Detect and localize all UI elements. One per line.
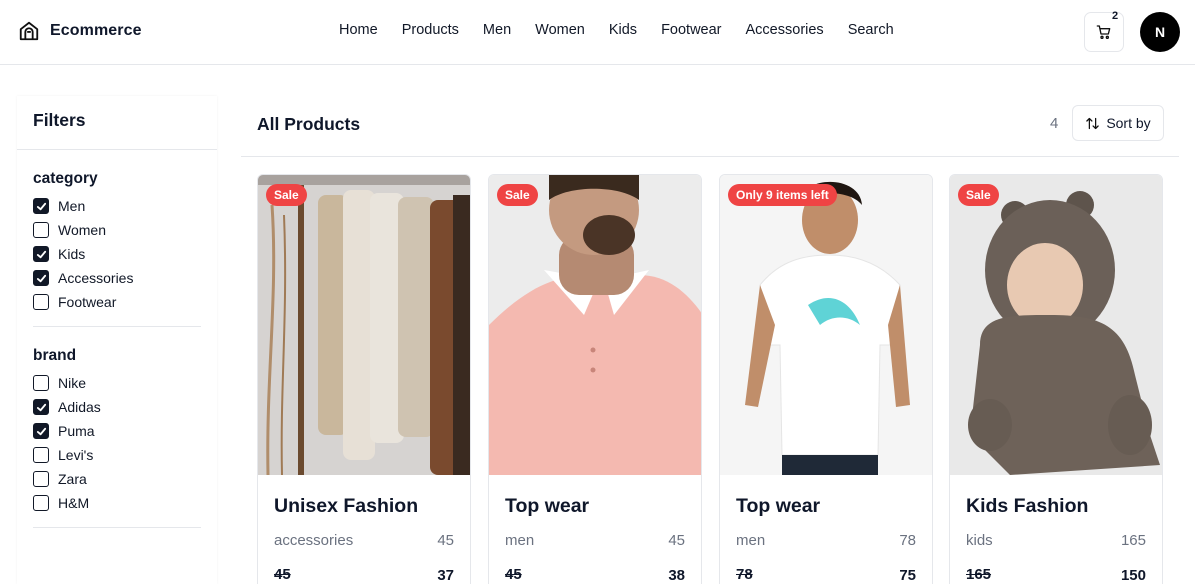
cart-count-badge: 2: [1112, 10, 1119, 22]
user-avatar[interactable]: N: [1140, 12, 1180, 52]
checkbox[interactable]: [33, 423, 49, 439]
original-price: 78: [736, 566, 753, 583]
filters-title: Filters: [33, 110, 86, 130]
sale-price: 37: [437, 567, 454, 584]
product-image-pink-polo-man: Sale: [489, 175, 701, 475]
check-icon: [36, 427, 46, 435]
product-category: men: [736, 532, 766, 549]
product-category: accessories: [274, 532, 354, 549]
product-category: kids: [966, 532, 993, 549]
original-price: 45: [274, 566, 291, 583]
filter-option-label: Zara: [58, 471, 87, 487]
sort-label: Sort by: [1106, 115, 1151, 131]
filter-option-brand[interactable]: Levi's: [33, 447, 93, 463]
product-card[interactable]: Sale Kids Fashion kids 165 165 150: [949, 174, 1163, 584]
filter-option-category[interactable]: Footwear: [33, 294, 116, 310]
sale-badge: Sale: [958, 184, 999, 206]
sort-arrows-icon: [1086, 117, 1100, 129]
product-stock: 45: [668, 532, 685, 549]
product-card[interactable]: Only 9 items left Top wear men 78 78 75: [719, 174, 933, 584]
product-image-white-tee-man: Only 9 items left: [720, 175, 932, 475]
brand-divider: [33, 527, 201, 528]
top-navbar: Ecommerce Home Products Men Women Kids F…: [0, 0, 1195, 65]
nav-home[interactable]: Home: [339, 22, 378, 38]
filter-option-brand[interactable]: Adidas: [33, 399, 101, 415]
product-category: men: [505, 532, 535, 549]
checkbox[interactable]: [33, 399, 49, 415]
stock-badge: Only 9 items left: [728, 184, 837, 206]
filter-option-label: Kids: [58, 246, 86, 262]
checkbox[interactable]: [33, 198, 49, 214]
page-title: All Products: [257, 114, 361, 134]
product-card[interactable]: Sale Top wear men 45 45 38: [488, 174, 702, 584]
product-card[interactable]: Sale Unisex Fashion accessories 45 45 37: [257, 174, 471, 584]
filter-option-brand[interactable]: Puma: [33, 423, 95, 439]
brand-title: brand: [33, 347, 77, 364]
filter-option-category[interactable]: Men: [33, 198, 85, 214]
sale-price: 150: [1120, 567, 1146, 584]
nav-kids[interactable]: Kids: [609, 22, 637, 38]
checkbox[interactable]: [33, 495, 49, 511]
filters-sidebar: Filters category Men Women Kids Accessories…: [17, 96, 217, 584]
nav-products[interactable]: Products: [402, 22, 459, 38]
check-icon: [36, 202, 46, 210]
nav-footwear[interactable]: Footwear: [661, 22, 721, 38]
product-stock: 45: [437, 532, 454, 549]
brand-name: Ecommerce: [50, 22, 142, 39]
cart-icon: [1096, 25, 1111, 39]
filter-option-brand[interactable]: H&M: [33, 495, 89, 511]
main-nav: Home Products Men Women Kids Footwear Ac…: [339, 22, 894, 38]
filter-option-label: Adidas: [58, 399, 101, 415]
filter-option-category[interactable]: Kids: [33, 246, 85, 262]
filter-option-category[interactable]: Women: [33, 222, 106, 238]
filter-option-brand[interactable]: Nike: [33, 375, 86, 391]
checkbox[interactable]: [33, 270, 49, 286]
filters-divider: [17, 149, 217, 150]
checkbox[interactable]: [33, 246, 49, 262]
product-stock: 78: [899, 532, 916, 549]
filter-option-label: Women: [58, 222, 106, 238]
checkbox[interactable]: [33, 222, 49, 238]
checkbox[interactable]: [33, 471, 49, 487]
filter-option-label: Levi's: [58, 447, 94, 463]
check-icon: [36, 403, 46, 411]
product-title[interactable]: Kids Fashion: [966, 495, 1088, 518]
filter-option-label: Footwear: [58, 294, 117, 310]
original-price: 165: [966, 566, 992, 583]
product-title[interactable]: Top wear: [736, 495, 820, 518]
products-header: All Products 4 Sort by: [241, 96, 1179, 157]
nav-accessories[interactable]: Accessories: [746, 22, 824, 38]
product-count: 4: [1050, 115, 1059, 132]
filter-option-label: Nike: [58, 375, 87, 391]
check-icon: [36, 274, 46, 282]
brand-link[interactable]: Ecommerce: [18, 20, 142, 42]
product-image-baby-fleece: Sale: [950, 175, 1162, 475]
checkbox[interactable]: [33, 375, 49, 391]
checkbox[interactable]: [33, 447, 49, 463]
sale-badge: Sale: [266, 184, 307, 206]
product-title[interactable]: Top wear: [505, 495, 589, 518]
sort-button[interactable]: Sort by: [1072, 105, 1164, 141]
nav-search[interactable]: Search: [848, 22, 894, 38]
filter-option-label: Puma: [58, 423, 95, 439]
product-title[interactable]: Unisex Fashion: [274, 495, 418, 518]
category-title: category: [33, 170, 98, 187]
sale-price: 38: [668, 567, 685, 584]
nav-men[interactable]: Men: [483, 22, 511, 38]
check-icon: [36, 250, 46, 258]
filter-option-category[interactable]: Accessories: [33, 270, 133, 286]
product-stock: 165: [1120, 532, 1146, 549]
original-price: 45: [505, 566, 522, 583]
category-divider: [33, 326, 201, 327]
nav-women[interactable]: Women: [535, 22, 585, 38]
product-image-clothes-rack: Sale: [258, 175, 470, 475]
sale-price: 75: [899, 567, 916, 584]
filter-option-label: Accessories: [58, 270, 134, 286]
checkbox[interactable]: [33, 294, 49, 310]
sale-badge: Sale: [497, 184, 538, 206]
filter-option-label: Men: [58, 198, 86, 214]
filter-option-label: H&M: [58, 495, 90, 511]
shop-logo-icon: [19, 21, 39, 41]
filter-option-brand[interactable]: Zara: [33, 471, 87, 487]
